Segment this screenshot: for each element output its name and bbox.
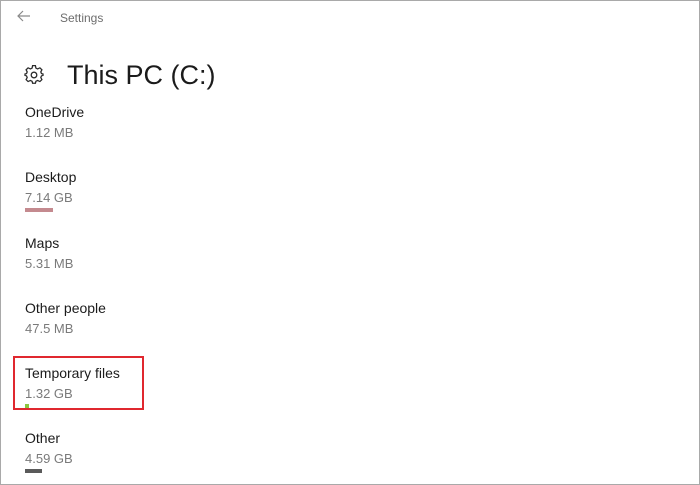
title-bar: Settings bbox=[1, 1, 699, 35]
storage-item-size: 5.31 MB bbox=[25, 256, 74, 271]
settings-window: Settings This PC (C:) OneDrive 1.12 MB D… bbox=[0, 0, 700, 485]
storage-item-name: Maps bbox=[25, 235, 60, 251]
page-header: This PC (C:) bbox=[23, 57, 216, 93]
storage-item-other[interactable]: Other 4.59 GB bbox=[25, 429, 325, 473]
window-title: Settings bbox=[60, 11, 104, 25]
usage-bar-fill bbox=[25, 469, 42, 473]
storage-item-name: OneDrive bbox=[25, 104, 85, 120]
storage-item-name: Desktop bbox=[25, 169, 77, 185]
storage-item-size: 7.14 GB bbox=[25, 190, 73, 205]
storage-item-name: Other people bbox=[25, 300, 106, 316]
storage-item-size: 47.5 MB bbox=[25, 321, 74, 336]
usage-bar-fill bbox=[25, 208, 53, 212]
usage-bar bbox=[25, 208, 585, 212]
storage-item-maps[interactable]: Maps 5.31 MB bbox=[25, 234, 325, 272]
highlight-box bbox=[13, 356, 144, 410]
storage-item-size: 1.12 MB bbox=[25, 125, 74, 140]
storage-item-onedrive[interactable]: OneDrive 1.12 MB bbox=[25, 103, 325, 141]
back-arrow-icon bbox=[17, 9, 31, 27]
usage-bar bbox=[25, 469, 585, 473]
page-title: This PC (C:) bbox=[67, 60, 216, 90]
storage-item-desktop[interactable]: Desktop 7.14 GB bbox=[25, 168, 325, 212]
gear-icon bbox=[23, 64, 45, 86]
storage-item-size: 4.59 GB bbox=[25, 451, 73, 466]
storage-item-name: Other bbox=[25, 430, 61, 446]
back-button[interactable] bbox=[10, 5, 38, 31]
storage-item-other-people[interactable]: Other people 47.5 MB bbox=[25, 299, 325, 337]
